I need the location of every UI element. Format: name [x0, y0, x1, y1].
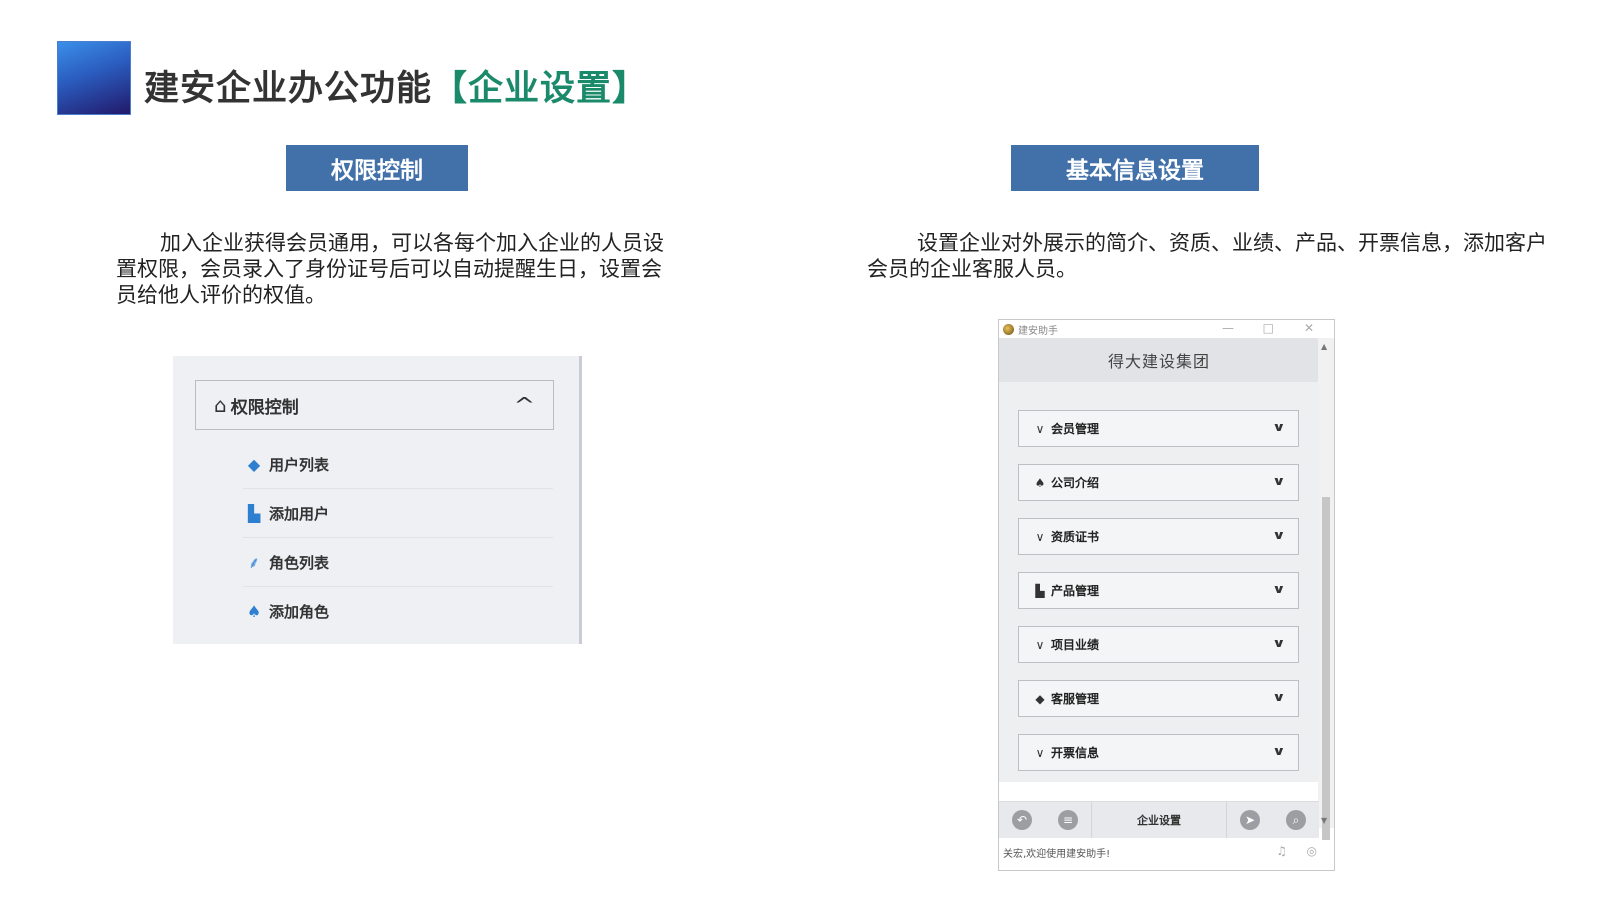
user-add-icon: ▙ [1035, 583, 1045, 598]
company-name: 得大建设集团 [999, 338, 1319, 382]
accordion-label: 公司介绍 [1051, 476, 1100, 490]
accordion-project-performance[interactable]: ∨ 项目业绩 ∨ [1018, 626, 1299, 663]
chevron-down-icon: ∨ [1035, 745, 1045, 760]
accordion-customer-service[interactable]: ◆ 客服管理 ∨ [1018, 680, 1299, 717]
chevron-down-icon: ∨ [1035, 529, 1045, 544]
enterprise-settings-tab[interactable]: 企业设置 [1091, 802, 1227, 838]
accordion-label: 项目业绩 [1051, 638, 1100, 652]
menu-button[interactable]: ≡ [1045, 802, 1091, 838]
basic-info-settings-button[interactable]: 基本信息设置 [1011, 145, 1259, 191]
permission-control-button[interactable]: 权限控制 [286, 145, 468, 191]
page-title: 建安企业办公功能【企业设置】 [144, 60, 648, 111]
eraser-icon: ◆ [1035, 691, 1045, 706]
scroll-up-icon[interactable]: ▲ [1321, 342, 1327, 351]
close-icon[interactable]: ✕ [1304, 321, 1314, 335]
menu-item-label: 用户列表 [269, 455, 330, 474]
chevron-down-icon: ∨ [1035, 637, 1045, 652]
left-description: 加入企业获得会员通用，可以各每个加入企业的人员设置权限，会员录入了身份证号后可以… [116, 231, 664, 307]
settings-icon[interactable]: ◎ [1307, 844, 1317, 858]
accordion-qualification[interactable]: ∨ 资质证书 ∨ [1018, 518, 1299, 555]
menu-icon: ≡ [1058, 810, 1078, 830]
accordion-label: 开票信息 [1051, 746, 1100, 760]
chevron-down-icon: ∨ [1035, 421, 1045, 436]
scrollbar[interactable]: ▲ ▼ [1318, 338, 1334, 840]
minimize-icon[interactable]: — [1222, 321, 1234, 335]
tree-icon: ⸙ [247, 553, 260, 572]
home-icon: ⌂ [214, 393, 227, 417]
menu-item-role-list[interactable]: ⸙ 角色列表 [243, 538, 553, 587]
scroll-down-icon[interactable]: ▼ [1321, 816, 1327, 825]
menu-item-label: 添加角色 [269, 602, 330, 621]
back-icon: ↶ [1012, 810, 1032, 830]
permission-panel: ⌂ 权限控制 ^ ◆ 用户列表 ▙ 添加用户 ⸙ 角色列表 ♠ 添加角色 [173, 356, 582, 644]
chevron-down-icon[interactable]: ∨ [1272, 690, 1286, 704]
menu-item-add-user[interactable]: ▙ 添加用户 [243, 489, 553, 538]
scrollbar-thumb[interactable] [1322, 497, 1330, 840]
user-add-icon: ▙ [247, 503, 261, 523]
right-description: 设置企业对外展示的简介、资质、业绩、产品、开票信息，添加客户会员的企业客服人员。 [867, 231, 1547, 281]
menu-item-user-list[interactable]: ◆ 用户列表 [243, 440, 553, 489]
accordion-list: ∨ 会员管理 ∨ ♠ 公司介绍 ∨ ∨ 资质证书 ∨ ▙ 产品管理 ∨ ∨ 项目… [999, 382, 1319, 782]
window-titlebar: 建安助手 — □ ✕ [999, 320, 1334, 338]
app-title: 建安助手 [1018, 325, 1058, 337]
send-icon: ➤ [1240, 810, 1260, 830]
menu-item-add-role[interactable]: ♠ 添加角色 [243, 587, 553, 635]
accordion-member-management[interactable]: ∨ 会员管理 ∨ [1018, 410, 1299, 447]
accordion-product-management[interactable]: ▙ 产品管理 ∨ [1018, 572, 1299, 609]
accordion-label: 客服管理 [1051, 692, 1100, 706]
accordion-label: 会员管理 [1051, 422, 1100, 436]
search-icon: ⌕ [1286, 810, 1306, 830]
header-logo-square [57, 41, 131, 115]
chevron-down-icon[interactable]: ∨ [1272, 582, 1286, 596]
accordion-company-intro[interactable]: ♠ 公司介绍 ∨ [1018, 464, 1299, 501]
chevron-down-icon[interactable]: ∨ [1272, 474, 1286, 488]
chevron-up-icon[interactable]: ^ [514, 393, 536, 417]
accordion-label: 产品管理 [1051, 584, 1100, 598]
maximize-icon[interactable]: □ [1263, 321, 1274, 335]
permission-panel-header[interactable]: ⌂ 权限控制 ^ [195, 380, 554, 430]
app-window: 建安助手 — □ ✕ 得大建设集团 ∨ 会员管理 ∨ ♠ 公司介绍 ∨ ∨ 资质… [998, 319, 1335, 871]
permission-panel-title: 权限控制 [230, 397, 299, 418]
title-main: 建安企业办公功能 [144, 69, 433, 109]
window-toolbar: ↶ ≡ 企业设置 ➤ ⌕ [999, 801, 1319, 838]
send-button[interactable]: ➤ [1227, 802, 1273, 838]
accordion-invoice-info[interactable]: ∨ 开票信息 ∨ [1018, 734, 1299, 771]
bell-icon[interactable]: ♫ [1276, 844, 1287, 858]
accordion-label: 资质证书 [1051, 530, 1100, 544]
status-text: 关宏,欢迎使用建安助手! [1003, 848, 1111, 860]
eraser-icon: ◆ [247, 454, 261, 474]
chevron-down-icon[interactable]: ∨ [1272, 528, 1286, 542]
menu-item-label: 添加用户 [269, 504, 330, 523]
app-logo-icon [1003, 323, 1014, 335]
title-highlight: 【企业设置】 [432, 69, 649, 109]
chevron-down-icon[interactable]: ∨ [1272, 636, 1286, 650]
search-button[interactable]: ⌕ [1273, 802, 1319, 838]
back-button[interactable]: ↶ [999, 802, 1045, 838]
pin-icon: ♠ [1034, 475, 1046, 490]
status-bar: 关宏,欢迎使用建安助手! ♫ ◎ [999, 837, 1333, 867]
pin-icon: ♠ [246, 601, 262, 621]
chevron-down-icon[interactable]: ∨ [1272, 420, 1286, 434]
chevron-down-icon[interactable]: ∨ [1272, 744, 1286, 758]
menu-item-label: 角色列表 [269, 553, 330, 572]
